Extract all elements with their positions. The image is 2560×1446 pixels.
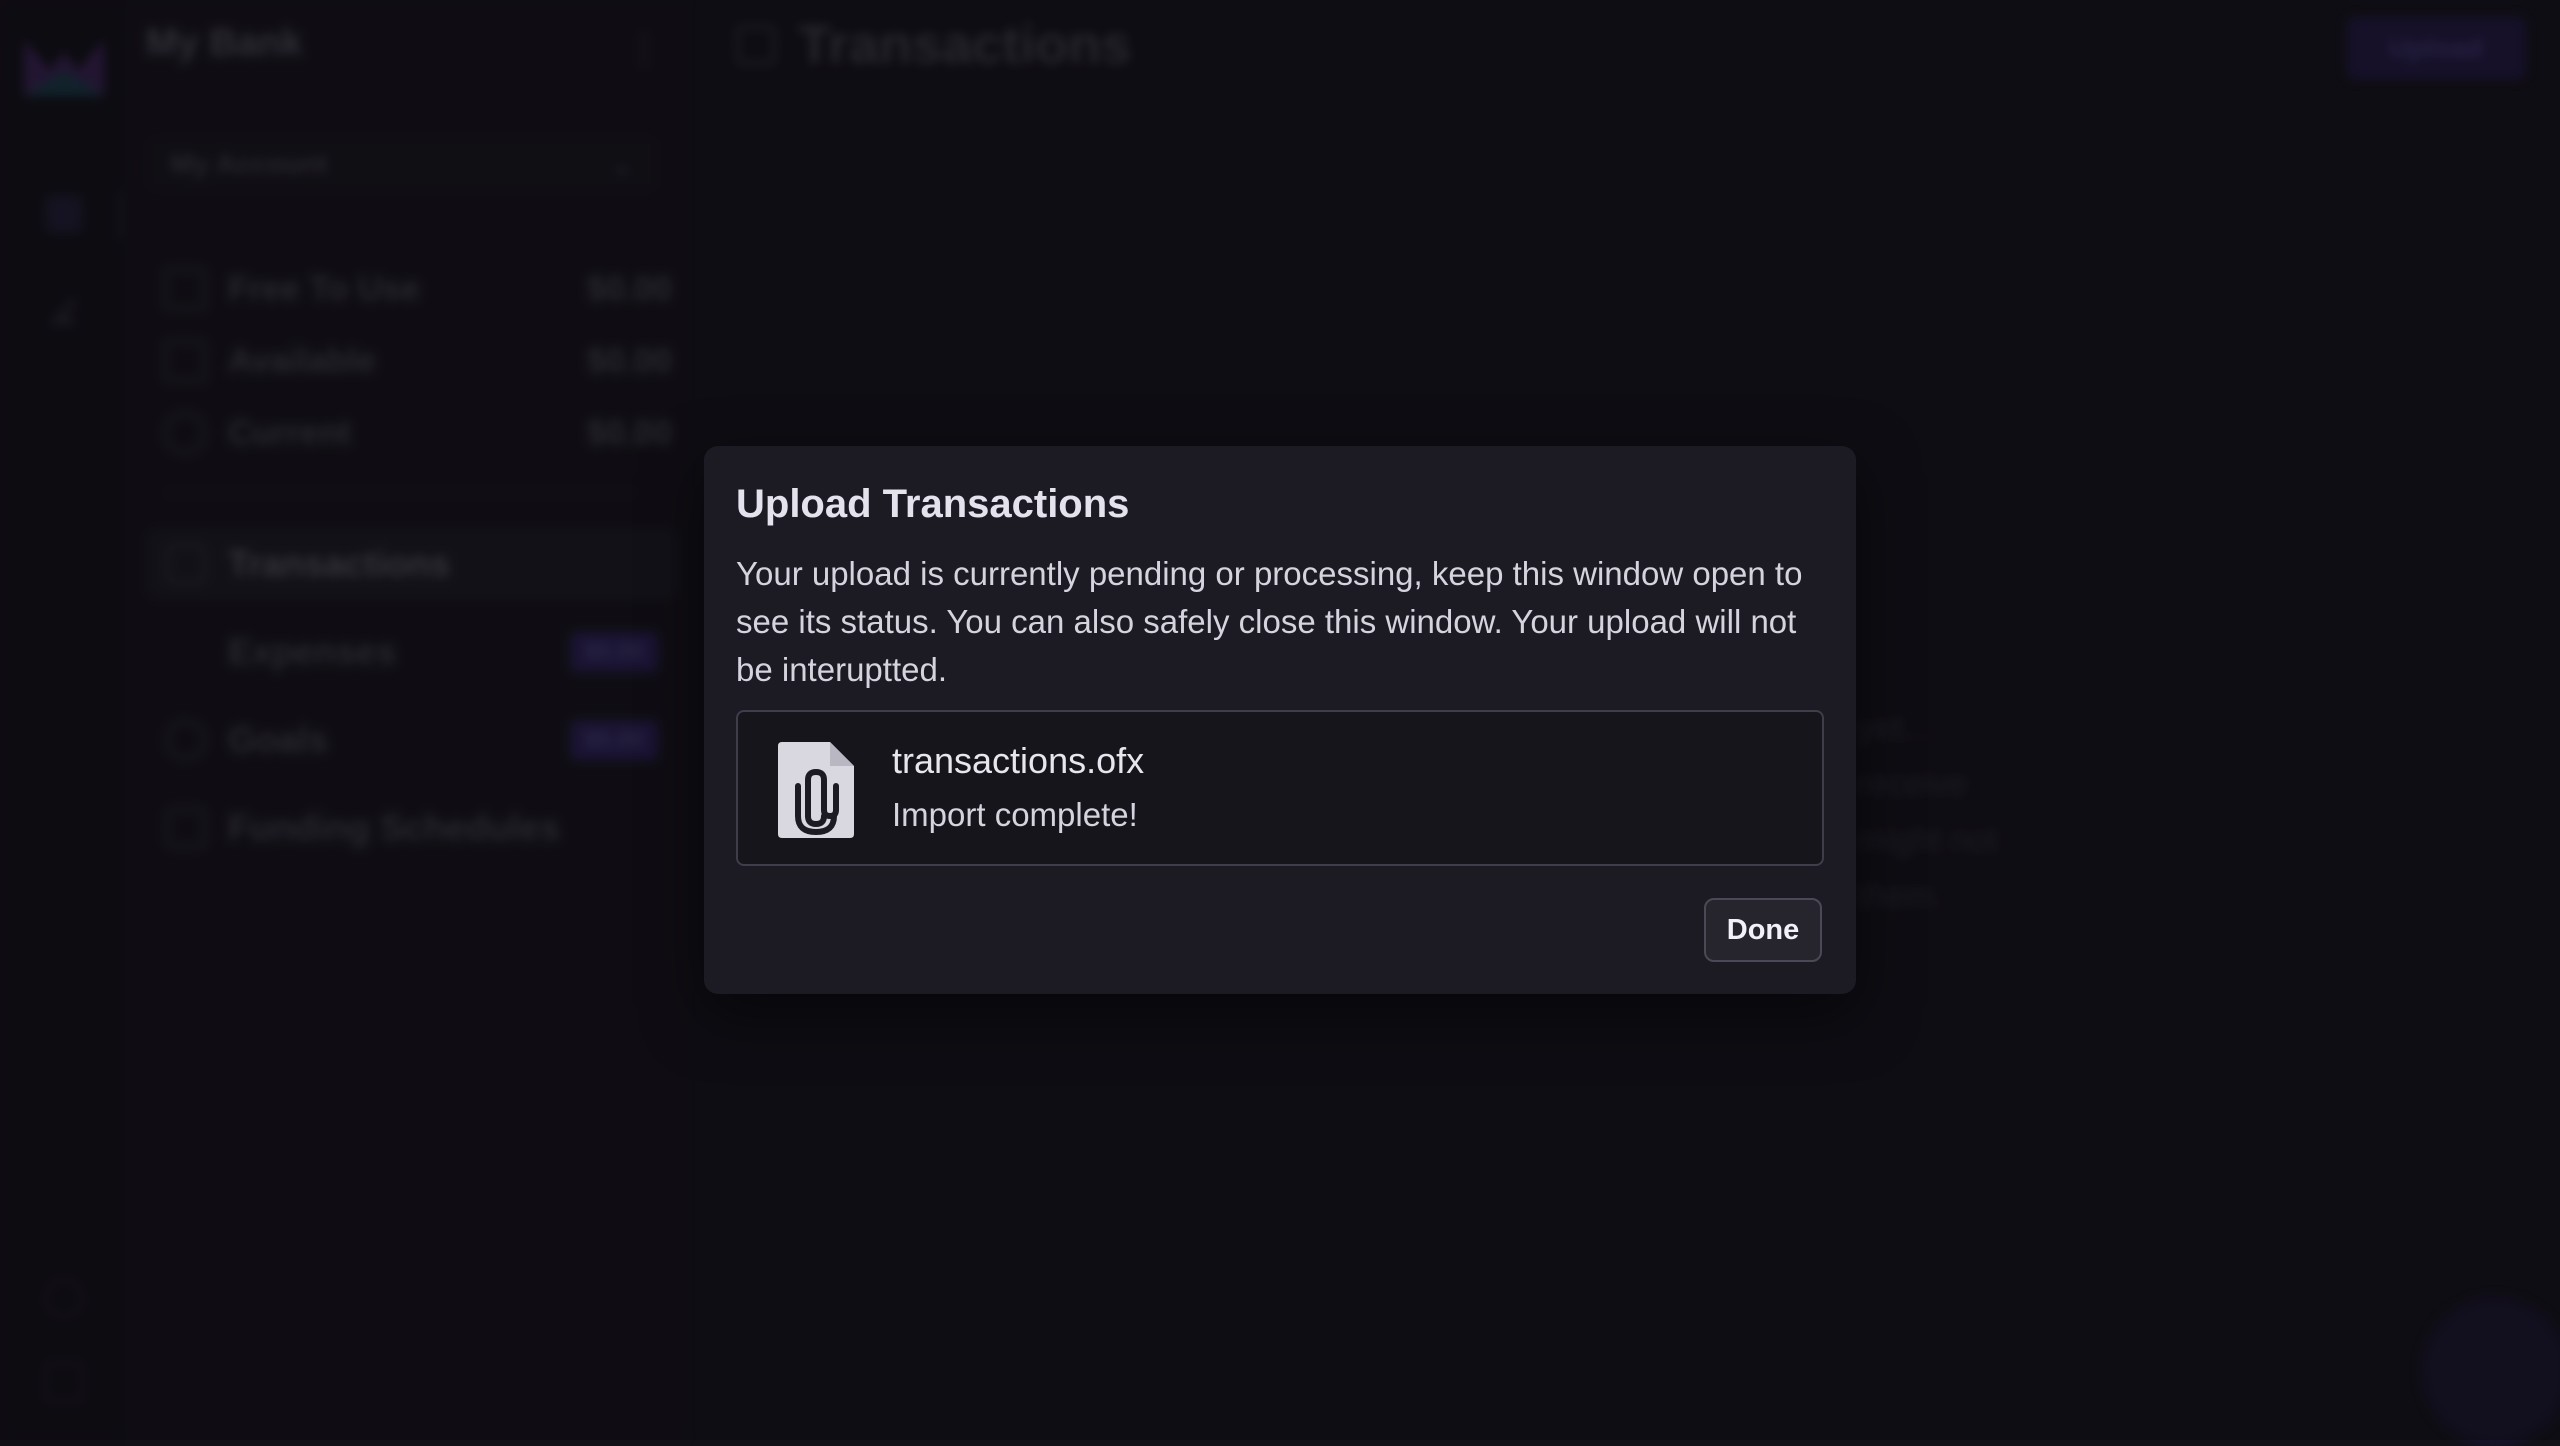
dialog-description: Your upload is currently pending or proc… (736, 550, 1836, 694)
file-name: transactions.ofx (892, 740, 1144, 782)
file-status: Import complete! (892, 796, 1138, 834)
file-attachment-icon (774, 738, 858, 842)
uploaded-file-card: transactions.ofx Import complete! (736, 710, 1824, 866)
dialog-title: Upload Transactions (736, 482, 1129, 527)
upload-transactions-dialog: Upload Transactions Your upload is curre… (704, 446, 1856, 994)
done-button[interactable]: Done (1704, 898, 1822, 962)
